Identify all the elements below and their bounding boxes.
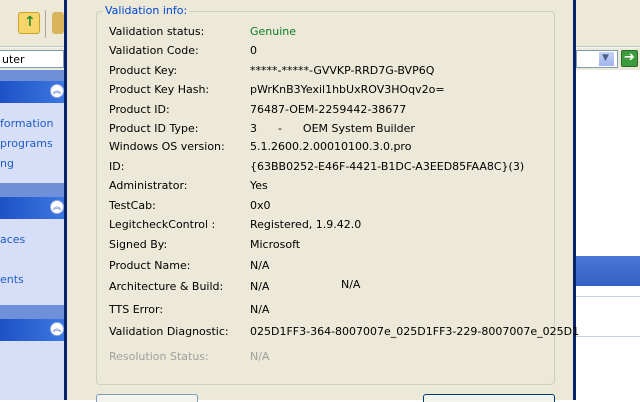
info-row: LegitcheckControl : Registered, 1.9.42.0 xyxy=(67,218,573,234)
info-row: Signed By: Microsoft xyxy=(67,238,573,254)
row-label: Product ID Type: xyxy=(109,122,199,135)
info-row: Product ID Type: 3 - OEM System Builder xyxy=(67,122,573,138)
sidebar-section-header[interactable]: ︽ xyxy=(0,319,64,341)
info-row: Administrator: Yes xyxy=(67,179,573,195)
task-sidebar: ︽ formation programs ng ︽ aces ents ︽ xyxy=(0,70,64,400)
info-row: Validation Code: 0 xyxy=(67,44,573,60)
dialog-button[interactable] xyxy=(96,394,198,402)
row-label: ID: xyxy=(109,160,125,173)
sidebar-link[interactable]: formation xyxy=(0,117,53,130)
dialog-default-button[interactable] xyxy=(423,394,555,402)
row-label: Resolution Status: xyxy=(109,350,209,363)
row-value: {63BB0252-E46F-4421-B1DC-A3EED85FAA8C}(3… xyxy=(250,160,525,173)
row-value: *****-*****-GVVKP-RRD7G-BVP6Q xyxy=(250,64,435,77)
arrow-right-icon: ➔ xyxy=(624,50,635,65)
search-icon[interactable] xyxy=(52,12,64,34)
sidebar-section-header[interactable]: ︽ xyxy=(0,197,64,219)
row-label: Product Key: xyxy=(109,64,178,77)
row-label: Windows OS version: xyxy=(109,140,225,153)
divider xyxy=(576,296,640,297)
row-label: Validation Diagnostic: xyxy=(109,325,229,338)
sidebar-panel: aces ents xyxy=(0,219,64,305)
row-value: N/A xyxy=(250,259,270,272)
row-value: 0x0 xyxy=(250,199,271,212)
info-row: Product Key Hash: pWrKnB3Yexil1hbUxROV3H… xyxy=(67,83,573,99)
group-title: Validation info: xyxy=(103,4,190,17)
row-value-secondary: N/A xyxy=(341,278,361,291)
row-label: Administrator: xyxy=(109,179,188,192)
row-value: pWrKnB3Yexil1hbUxROV3HOqv2o= xyxy=(250,83,445,96)
info-row: Resolution Status: N/A xyxy=(67,350,573,366)
row-value: 0 xyxy=(250,44,257,57)
row-value: 025D1FF3-364-8007007e_025D1FF3-229-80070… xyxy=(250,325,580,338)
row-label: Product Name: xyxy=(109,259,191,272)
info-row: ID: {63BB0252-E46F-4421-B1DC-A3EED85FAA8… xyxy=(67,160,573,176)
info-row: Validation Diagnostic: 025D1FF3-364-8007… xyxy=(67,325,579,341)
row-value: N/A xyxy=(250,303,270,316)
address-input[interactable]: uter xyxy=(0,50,64,68)
info-row: TTS Error: N/A xyxy=(67,303,573,319)
row-label: Signed By: xyxy=(109,238,168,251)
sidebar-panel xyxy=(0,341,64,400)
info-row: Product Key: *****-*****-GVVKP-RRD7G-BVP… xyxy=(67,64,573,80)
row-label: TTS Error: xyxy=(109,303,164,316)
divider xyxy=(576,336,640,337)
row-value: N/A xyxy=(250,350,270,363)
row-value: 3 - OEM System Builder xyxy=(250,122,415,135)
info-row: Product Name: N/A xyxy=(67,259,573,275)
row-label: Product ID: xyxy=(109,103,170,116)
row-value: 5.1.2600.2.00010100.3.0.pro xyxy=(250,140,412,153)
info-row-extra: N/A xyxy=(67,278,573,294)
address-dropdown-button[interactable]: ▼ xyxy=(598,51,615,67)
info-row: TestCab: 0x0 xyxy=(67,199,573,215)
row-label: Validation status: xyxy=(109,25,205,38)
sidebar-link[interactable]: programs xyxy=(0,137,53,150)
chevron-up-icon[interactable]: ︽ xyxy=(50,322,64,336)
chevron-down-icon: ▼ xyxy=(602,53,609,63)
go-button[interactable]: ➔ xyxy=(621,50,638,67)
row-label: TestCab: xyxy=(109,199,156,212)
row-label: Product Key Hash: xyxy=(109,83,210,96)
row-label: LegitcheckControl : xyxy=(109,218,216,231)
background-content-pane xyxy=(576,70,640,400)
chevron-up-icon[interactable]: ︽ xyxy=(50,200,64,214)
row-value: Yes xyxy=(250,179,268,192)
sidebar-link[interactable]: ng xyxy=(0,157,14,170)
info-row: Windows OS version: 5.1.2600.2.00010100.… xyxy=(67,140,573,156)
info-row: Validation status: Genuine xyxy=(67,25,573,41)
row-value: Microsoft xyxy=(250,238,301,251)
chevron-up-icon[interactable]: ︽ xyxy=(50,84,64,98)
sidebar-link[interactable]: aces xyxy=(0,233,25,246)
folder-up-icon[interactable]: ↑ xyxy=(18,12,40,34)
validation-dialog: Validation info: Validation status: Genu… xyxy=(64,0,579,402)
row-value: 76487-OEM-2259442-38677 xyxy=(250,103,407,116)
sidebar-link[interactable]: ents xyxy=(0,273,24,286)
row-value: Registered, 1.9.42.0 xyxy=(250,218,362,231)
background-selection-band xyxy=(576,256,640,286)
row-label: Validation Code: xyxy=(109,44,199,57)
sidebar-panel: formation programs ng xyxy=(0,103,64,183)
info-row: Product ID: 76487-OEM-2259442-38677 xyxy=(67,103,573,119)
toolbar-separator xyxy=(45,10,46,38)
validation-status-value: Genuine xyxy=(250,25,297,38)
address-text: uter xyxy=(2,53,25,66)
sidebar-section-header[interactable]: ︽ xyxy=(0,81,64,103)
